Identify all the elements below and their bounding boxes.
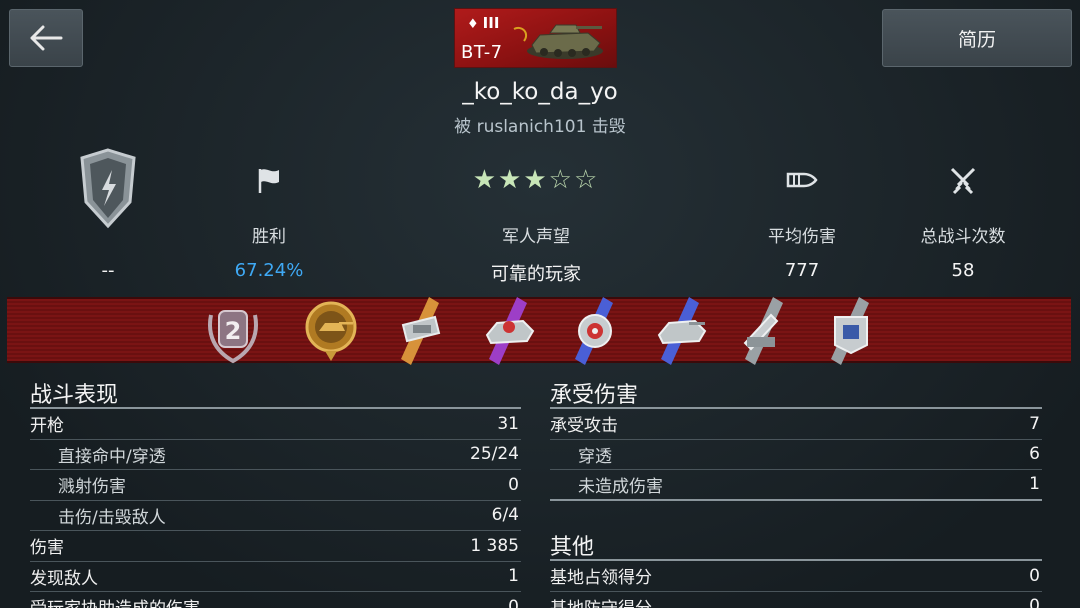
table-row: 基地防守得分0 [550, 592, 1042, 608]
fortress-ribbon-icon[interactable] [819, 295, 883, 367]
stat-avg-damage: 平均伤害 777 [712, 150, 892, 281]
table-row: 承受攻击 7 [550, 409, 1042, 440]
table-row: 击伤/击毁敌人 6/4 [30, 501, 521, 531]
target-ribbon-blue-icon[interactable] [563, 295, 627, 367]
star-empty-icon: ☆ [573, 165, 600, 195]
reputation-stars: ★ ★ ★ ☆ ☆ [446, 150, 626, 210]
tank-ribbon-blue-icon[interactable] [649, 295, 713, 367]
killed-by-text: 被 ruslanich101 击毁 [454, 117, 626, 137]
stat-battles-value: 58 [951, 260, 975, 281]
table-row: 受玩家协助造成的伤害0 [30, 592, 521, 608]
stat-rank: -- [18, 148, 198, 281]
stat-reputation: ★ ★ ★ ☆ ☆ 军人声望 可靠的玩家 [446, 150, 626, 286]
tank-ribbon-purple-icon[interactable] [477, 295, 541, 367]
tank-tier: ♦ III [467, 14, 500, 32]
svg-text:2: 2 [225, 317, 242, 345]
other-title: 其他 [550, 529, 1042, 561]
mastery-badge-2-icon[interactable]: 2 [201, 295, 265, 367]
shell-ribbon-icon[interactable] [389, 295, 453, 367]
table-row: 基地占领得分 0 [550, 561, 1042, 592]
stat-avg-damage-label: 平均伤害 [768, 227, 836, 247]
artillery-ribbon-icon[interactable] [733, 295, 797, 367]
stat-wins-label: 胜利 [252, 227, 286, 247]
stat-battles: 总战斗次数 58 [873, 150, 1053, 281]
stat-rank-value: -- [101, 260, 115, 281]
star-empty-icon: ☆ [548, 165, 574, 195]
star-full-icon: ★ [498, 165, 524, 195]
stat-battles-label: 总战斗次数 [920, 227, 1006, 247]
received-section: 承受伤害 承受攻击 7 穿透 6 未造成伤害 1 [550, 377, 1042, 501]
tank-name: BT-7 [461, 42, 503, 63]
tank-medal-icon[interactable] [299, 295, 363, 367]
arrow-left-icon [30, 25, 63, 51]
resume-button[interactable]: 简历 [882, 9, 1072, 67]
stat-reputation-value: 可靠的玩家 [491, 264, 581, 285]
table-row: 未造成伤害 1 [550, 470, 1042, 501]
table-row: 溅射伤害 0 [30, 470, 521, 501]
crossed-swords-icon [873, 150, 1053, 210]
stat-wins-value: 67.24% [234, 260, 304, 281]
table-row: 穿透 6 [550, 440, 1042, 470]
player-name: _ko_ko_da_yo [462, 79, 618, 105]
table-row: 开枪 31 [30, 409, 521, 440]
table-row: 发现敌人 1 [30, 562, 521, 592]
shell-icon [712, 150, 892, 210]
flag-icon [179, 150, 359, 210]
back-button[interactable] [9, 9, 83, 67]
table-row: 直接命中/穿透 25/24 [30, 440, 521, 470]
table-row: 伤害 1 385 [30, 531, 521, 562]
star-full-icon: ★ [472, 165, 499, 195]
performance-title: 战斗表现 [30, 377, 521, 409]
received-title: 承受伤害 [550, 377, 1042, 409]
tank-card: ♦ III BT-7 [454, 8, 617, 68]
stat-reputation-label: 军人声望 [502, 227, 570, 247]
stat-avg-damage-value: 777 [784, 260, 820, 281]
tank-icon [513, 24, 603, 59]
star-full-icon: ★ [523, 165, 549, 195]
stat-wins: 胜利 67.24% [179, 150, 359, 281]
performance-section: 战斗表现 开枪 31 直接命中/穿透 25/24 溅射伤害 0 击伤/击毁敌人 6/4 … [30, 377, 521, 608]
shield-badge-icon [18, 148, 198, 229]
diamond-icon: ♦ [467, 17, 479, 32]
other-section: 其他 基地占领得分0 基地防守得分0 [550, 529, 1042, 608]
medal-band: 2 [7, 297, 1071, 365]
